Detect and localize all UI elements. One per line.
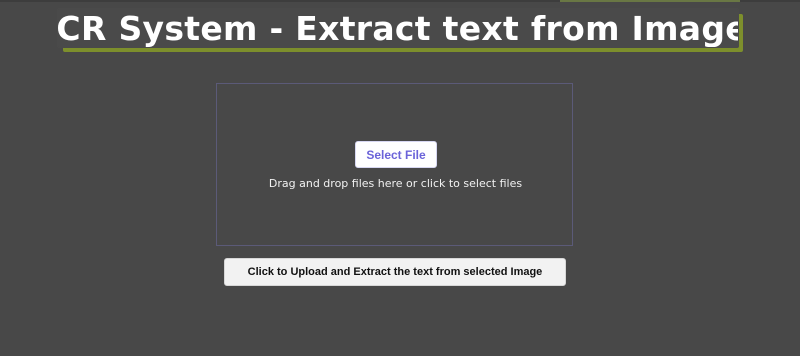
file-drop-zone[interactable]: Select File Drag and drop files here or … xyxy=(216,83,573,246)
drop-hint-text: Drag and drop files here or click to sel… xyxy=(268,177,523,190)
page-header: OCR System - Extract text from Images xyxy=(57,8,743,52)
upload-extract-button[interactable]: Click to Upload and Extract the text fro… xyxy=(224,258,566,286)
page-title: OCR System - Extract text from Images xyxy=(57,8,739,48)
select-file-button[interactable]: Select File xyxy=(355,141,437,168)
title-box: OCR System - Extract text from Images xyxy=(57,8,739,48)
top-strip-accent xyxy=(560,0,740,2)
